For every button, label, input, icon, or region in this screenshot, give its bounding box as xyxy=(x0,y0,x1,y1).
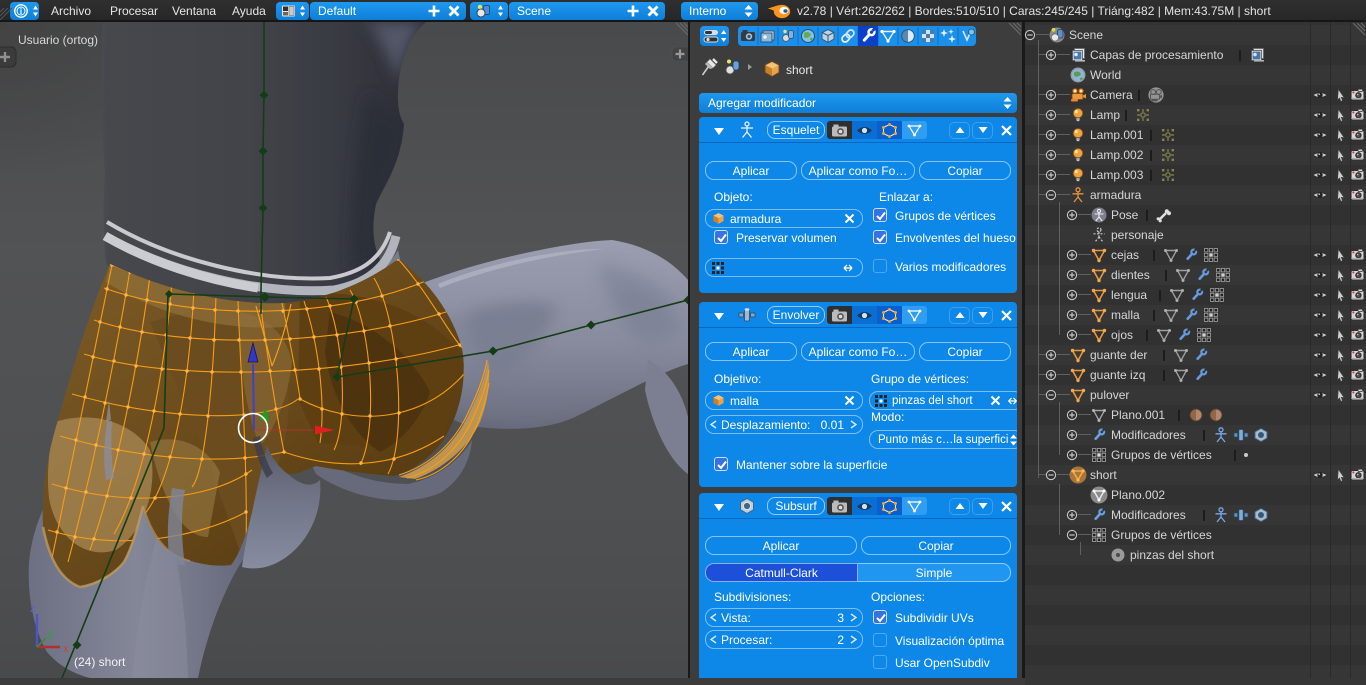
svg-text:z: z xyxy=(30,603,36,615)
svg-text:y: y xyxy=(48,628,54,640)
svg-text:x: x xyxy=(63,643,69,655)
svg-text:Usuario (ortog): Usuario (ortog) xyxy=(18,33,98,47)
svg-text:(24) short: (24) short xyxy=(74,655,126,669)
svg-text:i: i xyxy=(20,7,22,16)
